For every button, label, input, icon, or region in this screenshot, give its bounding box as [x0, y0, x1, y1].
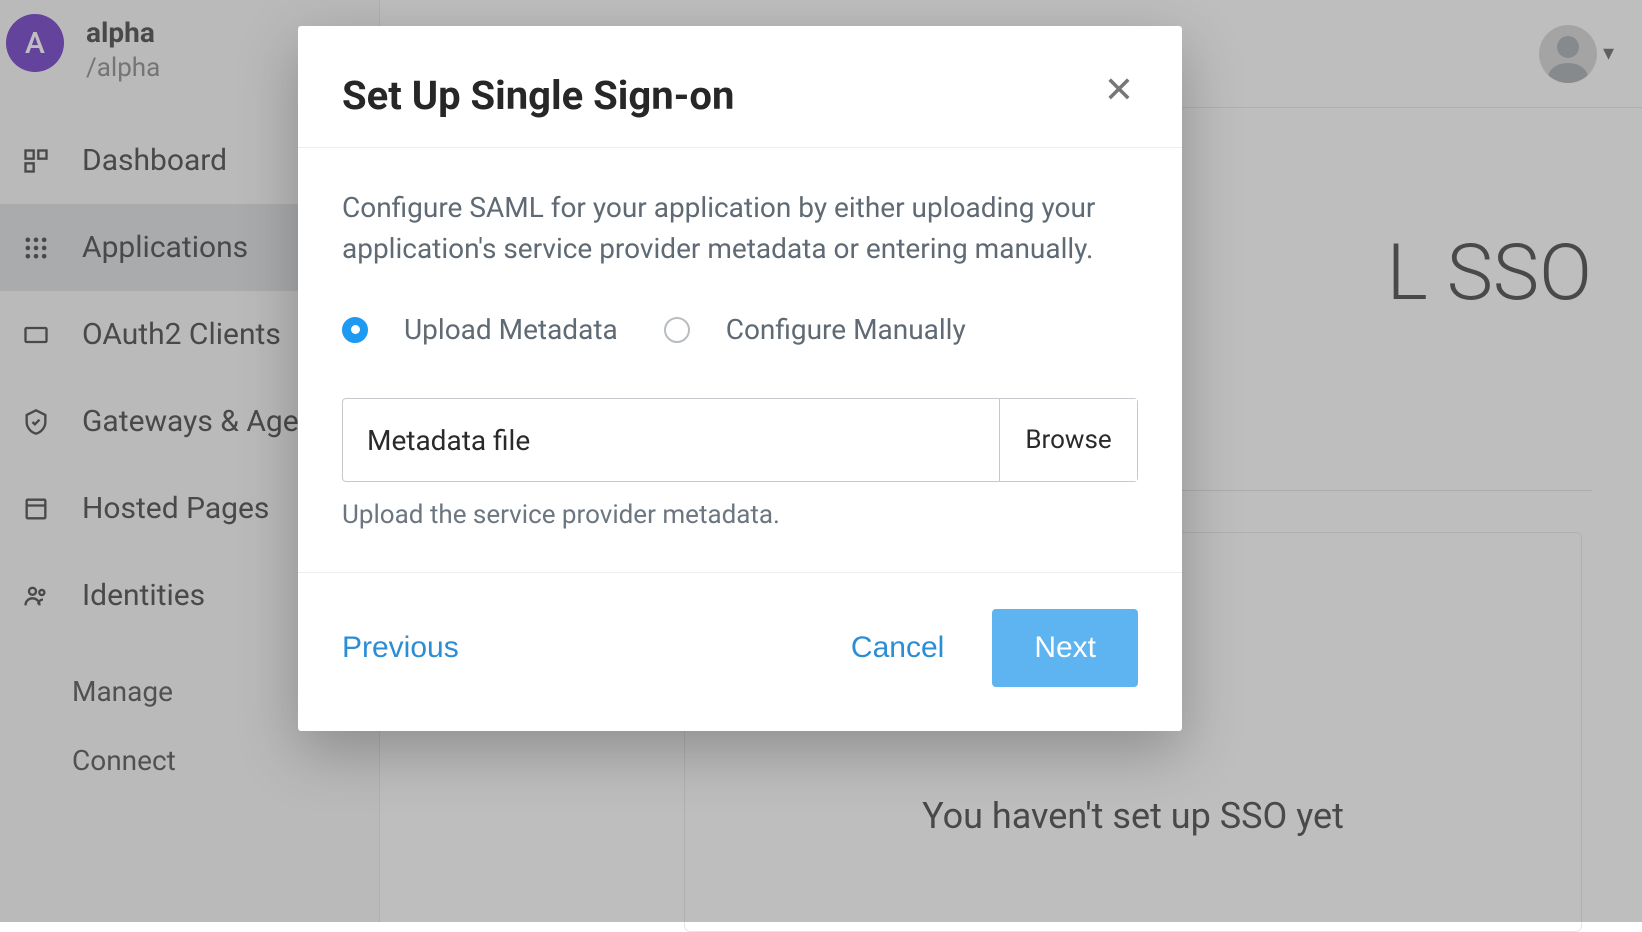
sso-setup-modal: Set Up Single Sign-on ✕ Configure SAML f…	[298, 26, 1182, 731]
radio-manual-label[interactable]: Configure Manually	[726, 313, 966, 346]
modal-title: Set Up Single Sign-on	[342, 72, 734, 119]
modal-body: Configure SAML for your application by e…	[298, 148, 1182, 572]
metadata-file-help: Upload the service provider metadata.	[342, 500, 1138, 530]
radio-configure-manually[interactable]	[664, 317, 690, 343]
next-button[interactable]: Next	[992, 609, 1138, 687]
modal-header: Set Up Single Sign-on ✕	[298, 26, 1182, 148]
modal-description: Configure SAML for your application by e…	[342, 188, 1138, 269]
radio-upload-label[interactable]: Upload Metadata	[404, 313, 618, 346]
config-mode-radio-group: Upload Metadata Configure Manually	[342, 313, 1138, 346]
browse-button[interactable]: Browse	[999, 399, 1137, 481]
metadata-file-input-group: Metadata file Browse	[342, 398, 1138, 482]
radio-upload-metadata[interactable]	[342, 317, 368, 343]
metadata-file-label[interactable]: Metadata file	[343, 399, 999, 481]
modal-footer: Previous Cancel Next	[298, 572, 1182, 731]
cancel-button[interactable]: Cancel	[851, 631, 944, 665]
close-icon[interactable]: ✕	[1100, 72, 1138, 108]
previous-button[interactable]: Previous	[342, 631, 459, 665]
